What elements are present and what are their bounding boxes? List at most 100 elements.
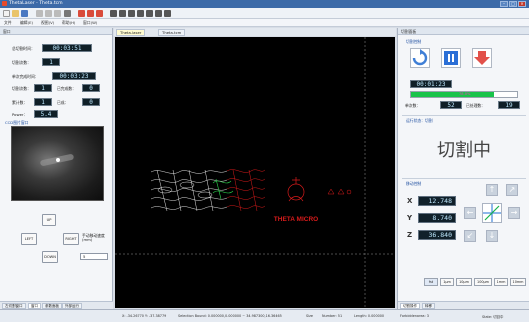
move-right-icon[interactable]: [87, 10, 94, 17]
control-group-title: 切割控制: [406, 39, 422, 44]
menu-help[interactable]: 帮助(H): [62, 20, 75, 26]
crosshair-icon: [483, 204, 501, 222]
separator: [402, 115, 526, 116]
tab-theta-tcm[interactable]: Theta.tcm: [158, 29, 186, 36]
move-downleft-button[interactable]: ↙: [464, 230, 476, 242]
speed-label: 手动移动速度(mm): [82, 233, 105, 243]
single-count-label: 单次数：: [405, 103, 421, 108]
cut-icon[interactable]: [36, 10, 43, 17]
total-done-label: 累计数：: [12, 100, 28, 105]
step-button-10um[interactable]: 10μm: [456, 278, 472, 286]
refresh-icon: [412, 49, 428, 66]
left-panel: 窗口 总切割时间： 00:03:51 切割次数： 1 单次完成时间： 00:03…: [0, 28, 113, 309]
total-time-label: 总切割时间：: [12, 46, 35, 51]
total-done-display: 1: [34, 98, 52, 106]
paste-icon[interactable]: [54, 10, 61, 17]
step-button-fst[interactable]: fst: [424, 278, 438, 286]
finished-label: 已成：: [57, 100, 69, 105]
left-panel-header: 窗口: [0, 28, 112, 35]
menu-file[interactable]: 文件: [4, 20, 12, 26]
status-forbidden: Forbiddenarea: 3: [400, 314, 429, 318]
tab-theta-laser[interactable]: Theta.laser: [116, 29, 146, 36]
open-folder-icon[interactable]: [12, 10, 19, 17]
minimize-button[interactable]: –: [500, 1, 508, 7]
motion-group-title: 移动控制: [406, 181, 422, 186]
save-icon[interactable]: [21, 10, 28, 17]
toolbar: [0, 8, 529, 19]
single-count-display: 52: [440, 101, 462, 109]
small-marks: [327, 188, 352, 195]
right-panel-title: 切割面板: [401, 29, 417, 34]
current-cut-green: [212, 178, 234, 200]
right-panel: 切割面板 切割控制 00:01:23 78.0% 单次数： 52 已处理数： 1…: [397, 28, 529, 309]
move-down-button[interactable]: ↓: [486, 230, 498, 242]
pan-tool-icon[interactable]: [119, 10, 126, 17]
left-panel-title: 窗口: [3, 29, 11, 34]
speed-input[interactable]: 5: [80, 253, 108, 260]
canvas-area: Theta.laser Theta.tcm THETA MICRO: [114, 28, 396, 309]
step-button-1um[interactable]: 1μm: [440, 278, 454, 286]
separator: [402, 178, 526, 179]
move-right-button[interactable]: →: [508, 207, 520, 219]
pending-cut-pattern: [226, 169, 266, 212]
progress-text: 78.0%: [459, 92, 471, 96]
title-bar: ThetaLaser - Theta.tcm – □ ×: [0, 0, 529, 8]
new-file-icon[interactable]: [3, 10, 10, 17]
status-length: Length: 0.000000: [354, 314, 385, 318]
step-button-1mm[interactable]: 1mm: [494, 278, 508, 286]
power-display: 5.4: [34, 110, 58, 118]
done-display: 0: [82, 84, 100, 92]
left-button[interactable]: LEFT: [21, 233, 37, 245]
up-button[interactable]: UP: [42, 214, 56, 226]
rect-tool-icon[interactable]: [137, 10, 144, 17]
maximize-button[interactable]: □: [509, 1, 517, 7]
status-state: State: 切割中: [482, 315, 504, 319]
status-number: Number: 51: [322, 314, 343, 318]
zoom-tool-icon[interactable]: [128, 10, 135, 17]
status-selection: Selection Bound: 0.000000,0.000000 ~ 34.…: [178, 314, 282, 318]
copy-icon[interactable]: [45, 10, 52, 17]
down-arrow-red-icon: [474, 51, 490, 65]
cut-times-display: 1: [34, 84, 52, 92]
elapsed-display: 00:01:23: [410, 80, 452, 88]
canvas-logo-text: THETA MICRO: [274, 216, 318, 223]
move-left-button[interactable]: ←: [464, 207, 476, 219]
power-label: Power：: [12, 112, 28, 117]
status-bar: X: -34.26770 Y: -37.38779 Selection Boun…: [0, 309, 529, 322]
text-tool-icon[interactable]: [146, 10, 153, 17]
move-left-icon[interactable]: [78, 10, 85, 17]
menu-edit[interactable]: 编辑(E): [20, 20, 33, 26]
menu-window[interactable]: 窗口(W): [83, 20, 97, 26]
measure-tool-icon[interactable]: [164, 10, 171, 17]
move-upright-button[interactable]: ↗: [506, 184, 518, 196]
pause-button[interactable]: [441, 48, 461, 68]
print-icon[interactable]: [64, 10, 71, 17]
progress-bar: 78.0%: [410, 91, 518, 98]
drawing-canvas[interactable]: THETA MICRO: [115, 37, 395, 308]
status-cursor: X: -34.26770 Y: -37.38779: [122, 314, 167, 318]
move-up-button[interactable]: ↑: [486, 184, 498, 196]
menu-view[interactable]: 视图(V): [41, 20, 54, 26]
node-tool-icon[interactable]: [155, 10, 162, 17]
reset-button[interactable]: [410, 48, 430, 68]
window-title: ThetaLaser - Theta.tcm: [9, 1, 63, 6]
drawing-svg: THETA MICRO: [115, 37, 395, 308]
center-home-button[interactable]: [482, 203, 502, 223]
step-button-10mm[interactable]: 10mm: [510, 278, 526, 286]
close-button[interactable]: ×: [518, 1, 526, 7]
z-coord-display: 36.840: [418, 230, 456, 240]
total-time-display: 00:03:51: [42, 44, 92, 52]
done-count-label: 已处理数：: [466, 103, 485, 108]
menu-bar: 文件 编辑(E) 视图(V) 帮助(H) 窗口(W): [0, 19, 529, 27]
stop-button[interactable]: [472, 48, 492, 68]
down-button[interactable]: DOWN: [42, 251, 58, 263]
step-button-100um[interactable]: 100μm: [474, 278, 492, 286]
right-button[interactable]: RIGHT: [63, 233, 79, 245]
document-tabs: Theta.laser Theta.tcm: [114, 28, 396, 36]
done-count-display: 19: [498, 101, 520, 109]
arrow-tool-icon[interactable]: [110, 10, 117, 17]
single-time-display: 00:03:23: [52, 72, 96, 80]
logo-graphic: [287, 177, 305, 202]
align-icon[interactable]: [96, 10, 103, 17]
x-label: X: [407, 197, 413, 205]
